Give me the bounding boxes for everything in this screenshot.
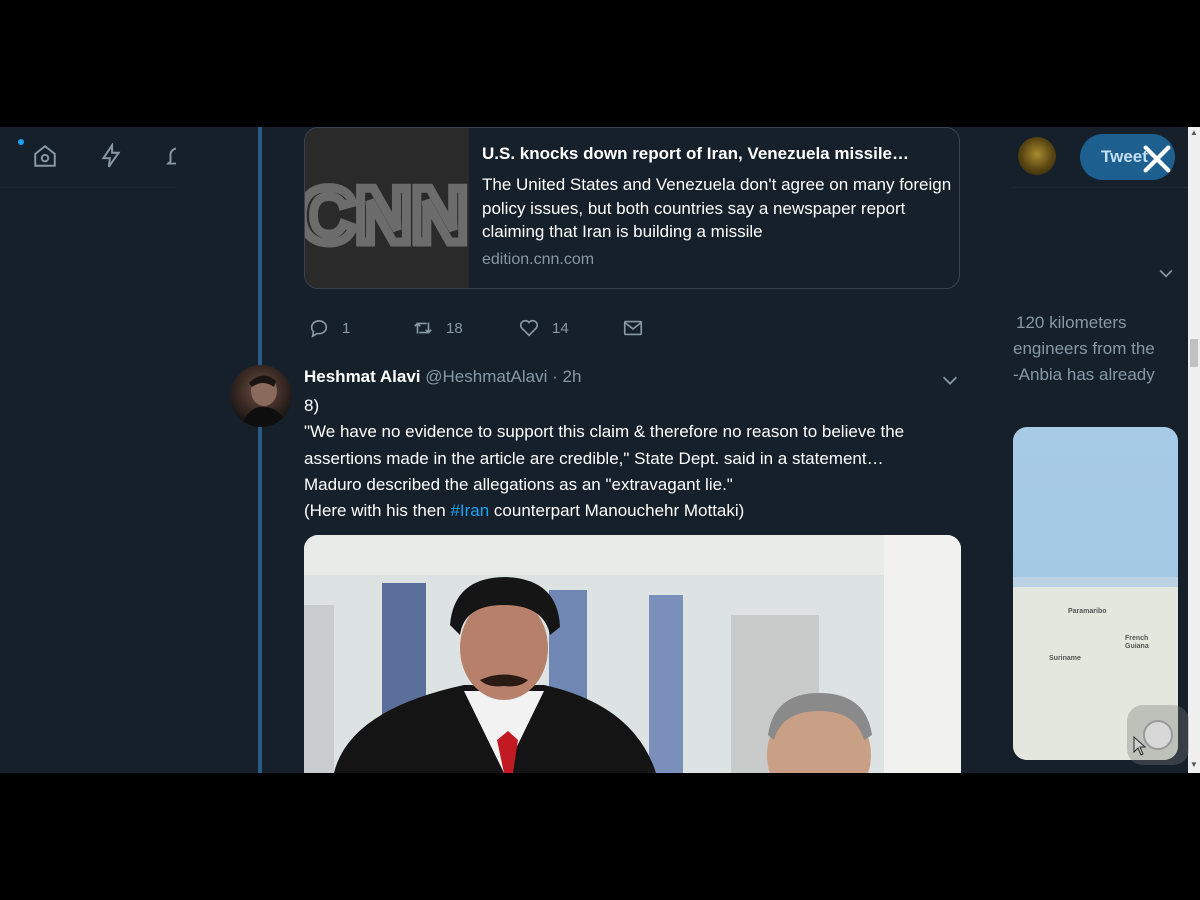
scroll-thumb[interactable]: [1190, 339, 1198, 367]
cnn-logo: CNN: [305, 171, 468, 259]
tweet-text: 8) "We have no evidence to support this …: [304, 393, 984, 524]
tweet-text-line: (Here with his then #Iran counterpart Ma…: [304, 501, 745, 521]
like-count: 14: [552, 319, 569, 337]
author-handle[interactable]: @HeshmatAlavi: [425, 367, 547, 386]
author-name[interactable]: Heshmat Alavi: [304, 367, 421, 386]
separator-dot: ·: [547, 367, 563, 386]
tweet-photo[interactable]: [304, 535, 961, 773]
envelope-icon: [623, 320, 643, 336]
tweet-text-line: assertions made in the article are credi…: [304, 448, 884, 468]
like-button[interactable]: 14: [518, 315, 569, 341]
unread-dot: [18, 139, 24, 145]
hashtag-link[interactable]: #Iran: [450, 501, 489, 520]
card-domain: edition.cnn.com: [482, 251, 595, 268]
close-icon[interactable]: [1140, 142, 1174, 176]
link-preview-card[interactable]: CNN U.S. knocks down report of Iran, Ven…: [304, 127, 960, 289]
tweet-time[interactable]: 2h: [563, 367, 582, 386]
sidebar-text-line: 120 kilometers: [1016, 313, 1127, 332]
home-icon[interactable]: [32, 143, 58, 169]
tweet-text-line: Maduro described the allegations as an "…: [304, 474, 733, 494]
card-description: The United States and Venezuela don't ag…: [482, 175, 952, 241]
chevron-down-icon[interactable]: [939, 369, 961, 391]
tweet-header: Heshmat Alavi @HeshmatAlavi · 2h: [304, 367, 581, 387]
chevron-down-icon[interactable]: [1156, 263, 1176, 283]
direct-message-button[interactable]: [622, 315, 656, 341]
map-label: French Guiana: [1125, 635, 1149, 650]
heart-icon: [519, 319, 539, 337]
reply-button[interactable]: 1: [308, 315, 350, 341]
scrollbar[interactable]: ▲ ▼: [1188, 127, 1200, 773]
sidebar-text-line: -Anbia has already: [1013, 365, 1155, 384]
tweet-text-line: "We have no evidence to support this cla…: [304, 422, 905, 442]
twitter-app: Tweet 120 kilometers engineers from the …: [0, 127, 1200, 773]
sidebar-text-line: engineers from the: [1013, 339, 1155, 358]
map-label: Paramaribo: [1068, 608, 1107, 615]
scroll-down-arrow[interactable]: ▼: [1188, 759, 1200, 771]
retweet-count: 18: [446, 319, 463, 337]
author-avatar[interactable]: [230, 365, 292, 427]
map-label: Suriname: [1049, 655, 1081, 662]
moments-icon[interactable]: [98, 141, 124, 169]
floating-assistive-button[interactable]: [1127, 705, 1189, 765]
user-avatar[interactable]: [1018, 137, 1056, 175]
scroll-up-arrow[interactable]: ▲: [1188, 127, 1200, 139]
reply-icon: [310, 320, 328, 338]
reply-count: 1: [342, 319, 351, 337]
card-thumbnail: CNN: [305, 128, 469, 288]
tweet-text-line: 8): [304, 396, 320, 415]
card-title: U.S. knocks down report of Iran, Venezue…: [482, 144, 910, 163]
thread-line: [258, 127, 262, 773]
retweet-icon: [414, 322, 432, 334]
tweet-thread-modal: CNN U.S. knocks down report of Iran, Ven…: [176, 127, 1013, 773]
retweet-button[interactable]: 18: [412, 315, 463, 341]
